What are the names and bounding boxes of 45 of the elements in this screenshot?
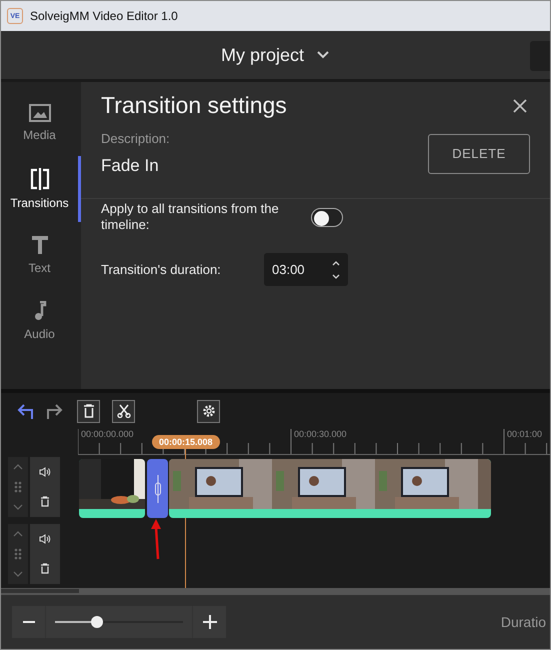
text-icon <box>30 235 48 255</box>
trash-icon <box>82 404 94 418</box>
toggle-switch[interactable] <box>311 208 343 226</box>
panel-title: Transition settings <box>101 92 287 119</box>
description-label: Description: <box>101 131 170 146</box>
apply-all-label: Apply to all transitions from the timeline: <box>101 201 280 233</box>
settings-button[interactable] <box>197 400 220 422</box>
trash-icon[interactable] <box>40 496 50 508</box>
video-clip[interactable] <box>79 459 145 518</box>
undo-icon <box>17 402 35 420</box>
music-note-icon <box>32 301 46 321</box>
track-handle[interactable] <box>8 524 28 584</box>
ruler-label: 00:00:00.000 <box>81 429 134 439</box>
description-value: Fade In <box>101 156 160 176</box>
sidebar-item[interactable]: Text <box>1 222 81 288</box>
transition-marker-icon <box>154 474 162 502</box>
cut-button[interactable] <box>112 400 135 422</box>
speaker-icon[interactable] <box>39 534 51 544</box>
plus-icon <box>202 615 216 629</box>
scrollbar[interactable] <box>1 588 550 595</box>
close-icon <box>513 98 527 112</box>
window-title: SolveigMM Video Editor 1.0 <box>30 9 178 23</box>
video-clip[interactable] <box>169 459 491 518</box>
annotation-arrow <box>149 519 163 561</box>
chevron-down-icon <box>316 50 330 60</box>
duration-label: Transition's duration: <box>101 262 222 277</box>
duration-spinbox[interactable]: 03:00 <box>264 253 348 286</box>
speaker-icon[interactable] <box>39 466 51 477</box>
sidebar-item[interactable]: Media <box>1 90 81 156</box>
trash-icon[interactable] <box>40 563 50 574</box>
sidebar-item[interactable]: Audio <box>1 288 81 354</box>
zoom-slider[interactable] <box>45 606 193 638</box>
settings-icon <box>202 404 216 418</box>
image-icon <box>28 104 50 122</box>
ruler-label: 00:00:30.000 <box>294 429 347 439</box>
scissors-icon <box>116 404 130 418</box>
transition-icon <box>30 168 50 190</box>
redo-icon <box>45 402 63 420</box>
minus-icon <box>22 621 34 623</box>
delete-button[interactable]: DELETE <box>428 134 530 174</box>
duration-label: Duratio <box>500 614 546 630</box>
delete-clip-button[interactable] <box>77 400 100 422</box>
track-handle[interactable] <box>8 457 28 517</box>
ruler-label: 00:01:00 <box>507 429 542 439</box>
project-dropdown[interactable]: My project <box>220 44 330 66</box>
